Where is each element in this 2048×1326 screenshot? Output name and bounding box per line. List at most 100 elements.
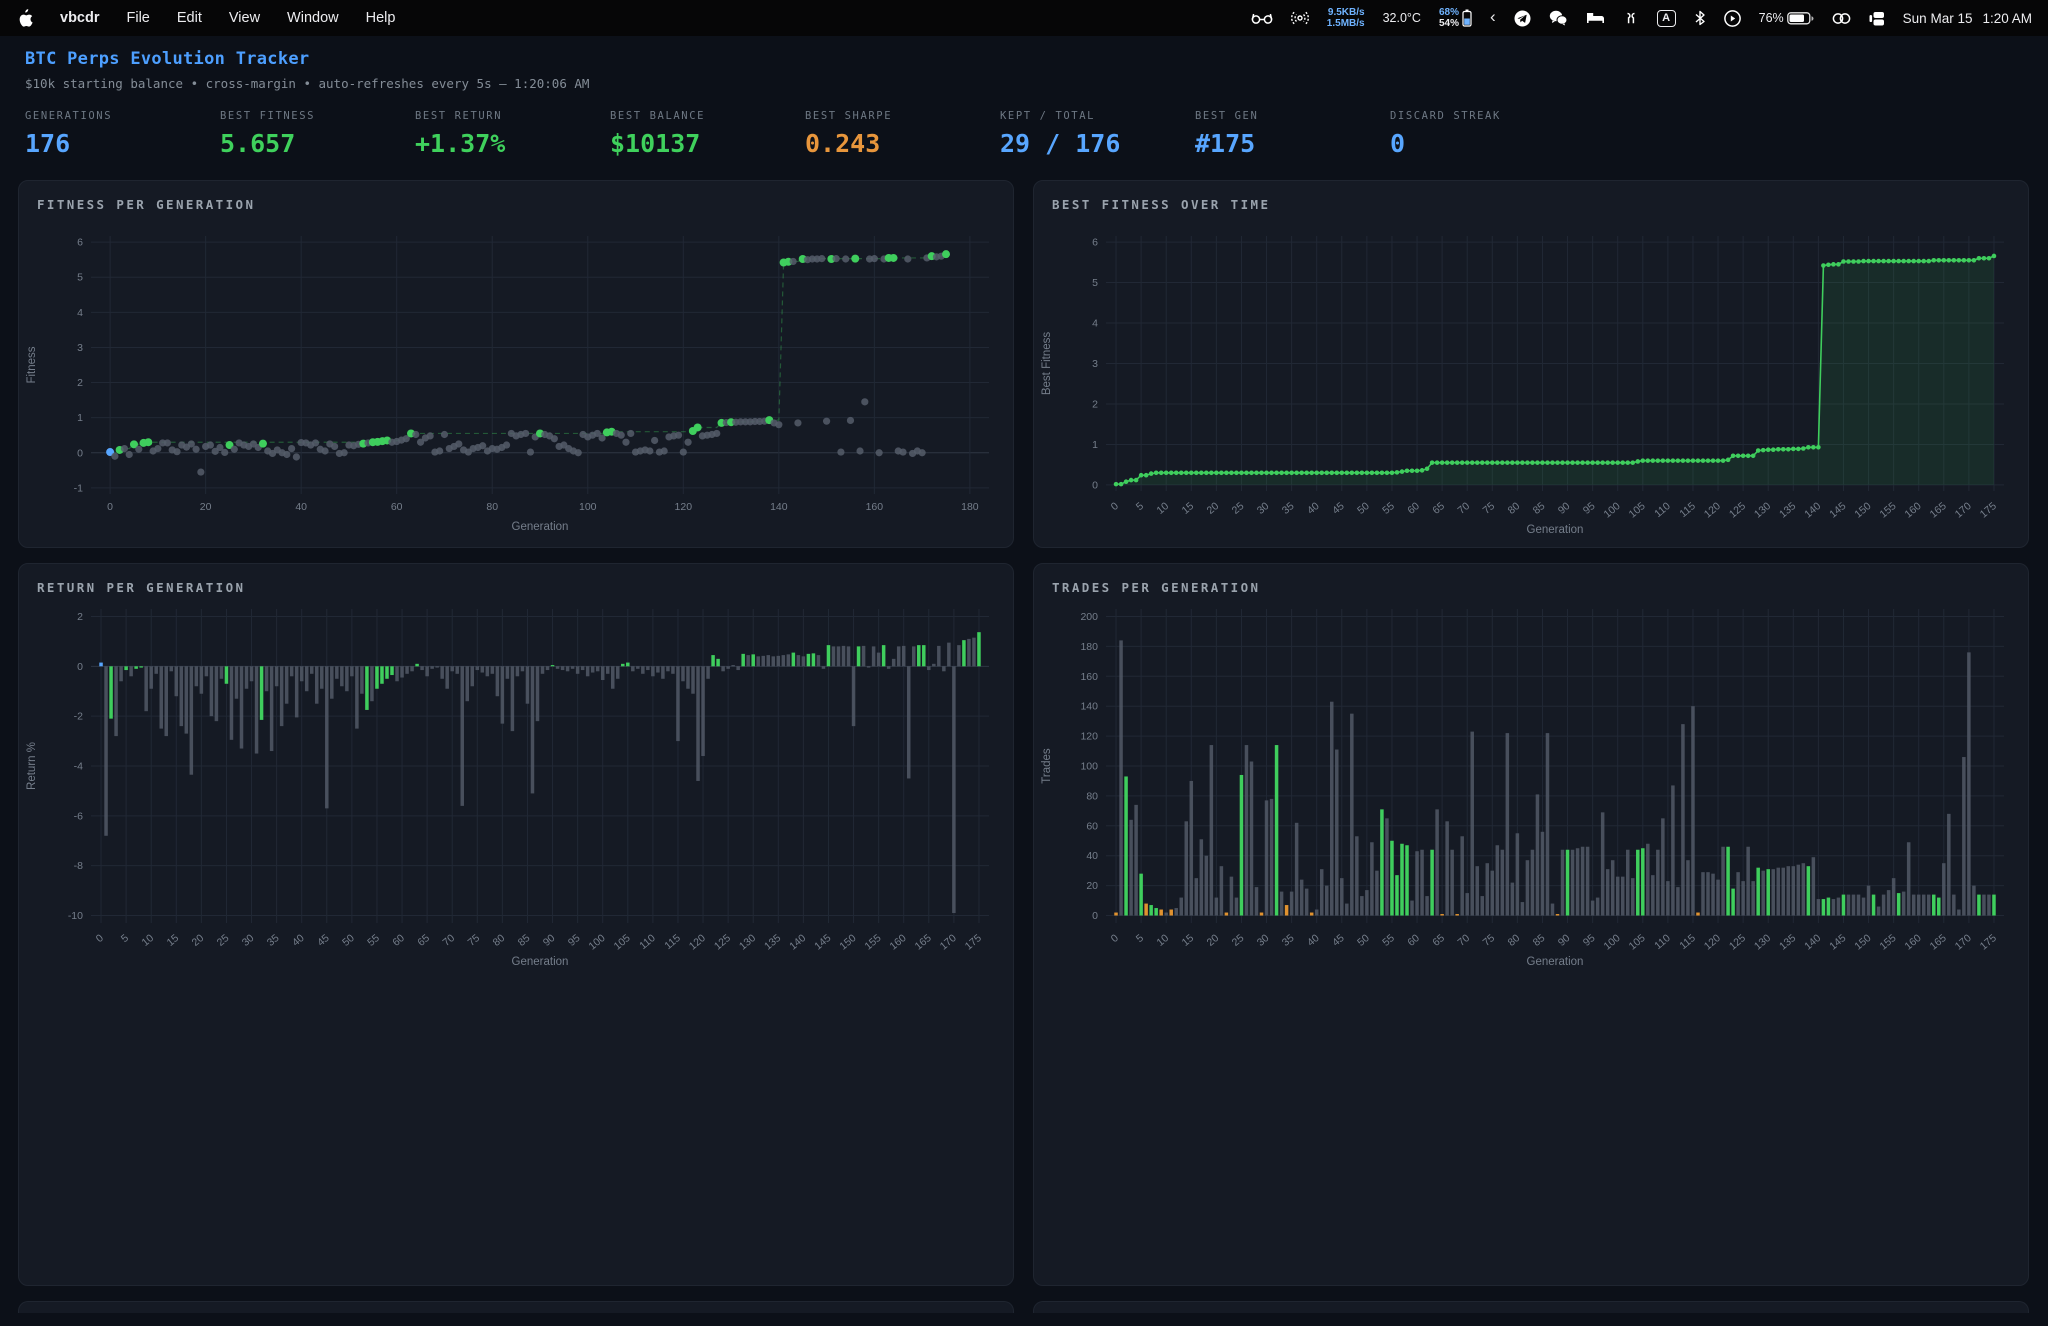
airpods-icon[interactable] [1623, 11, 1639, 26]
menu-status-area: 9.5KB/s 1.5MB/s 32.0°C 68% 54% ‹ A [1251, 7, 2032, 29]
svg-text:75: 75 [1481, 932, 1498, 949]
next-panel-row-peek [18, 1301, 2030, 1313]
trades-per-generation-chart: 0204060801001201401601802000510152025303… [1034, 597, 2028, 987]
svg-text:140: 140 [787, 932, 808, 953]
menu-date: Sun Mar 15 [1903, 11, 1973, 26]
stat-label: BEST FITNESS [220, 110, 415, 122]
svg-text:0: 0 [1109, 500, 1121, 513]
svg-text:170: 170 [1953, 932, 1974, 953]
svg-text:55: 55 [1380, 500, 1397, 517]
page-subtitle: $10k starting balance • cross-margin • a… [25, 76, 2048, 91]
network-speed-indicator[interactable]: 9.5KB/s 1.5MB/s [1327, 7, 1365, 29]
svg-text:-8: -8 [74, 860, 83, 872]
svg-text:80: 80 [486, 501, 498, 513]
menu-window[interactable]: Window [287, 10, 339, 26]
svg-text:5: 5 [119, 932, 131, 945]
network-up-speed: 9.5KB/s [1328, 7, 1365, 18]
svg-text:100: 100 [1601, 932, 1622, 953]
svg-text:50: 50 [340, 932, 357, 949]
svg-text:40: 40 [295, 501, 307, 513]
glasses-icon[interactable] [1251, 11, 1273, 25]
stat-value: 29 / 176 [1000, 129, 1195, 158]
stat-label: BEST RETURN [415, 110, 610, 122]
play-circle-icon[interactable] [1724, 10, 1741, 27]
svg-text:140: 140 [1802, 500, 1823, 521]
svg-text:35: 35 [265, 932, 282, 949]
menu-view[interactable]: View [229, 10, 260, 26]
svg-text:95: 95 [566, 932, 583, 949]
stat-label: GENERATIONS [25, 110, 220, 122]
svg-text:35: 35 [1280, 500, 1297, 517]
svg-text:160: 160 [1903, 500, 1924, 521]
svg-text:120: 120 [1702, 932, 1723, 953]
svg-text:50: 50 [1355, 932, 1372, 949]
svg-text:55: 55 [365, 932, 382, 949]
page-title: BTC Perps Evolution Tracker [25, 49, 2048, 69]
svg-text:145: 145 [1827, 500, 1848, 521]
svg-text:100: 100 [1080, 761, 1098, 773]
network-down-speed: 1.5MB/s [1327, 18, 1365, 29]
wechat-icon[interactable] [1549, 10, 1568, 26]
battery-indicator[interactable]: 76% [1759, 11, 1814, 25]
svg-text:5: 5 [77, 272, 83, 284]
svg-text:30: 30 [1255, 932, 1272, 949]
bed-icon[interactable] [1586, 11, 1605, 25]
svg-text:-6: -6 [74, 810, 83, 822]
menu-edit[interactable]: Edit [177, 10, 202, 26]
stat-best-return: BEST RETURN+1.37% [415, 110, 610, 158]
menu-help[interactable]: Help [366, 10, 396, 26]
svg-text:175: 175 [963, 932, 984, 953]
stat-value: #175 [1195, 129, 1390, 158]
chevron-left-icon[interactable]: ‹ [1490, 7, 1496, 27]
menu-app-name[interactable]: vbcdr [60, 10, 100, 26]
telegram-icon[interactable] [1514, 10, 1531, 27]
dual-battery-indicator[interactable]: 68% 54% [1439, 7, 1472, 29]
svg-text:50: 50 [1355, 500, 1372, 517]
svg-text:2: 2 [1092, 398, 1098, 410]
svg-text:65: 65 [1430, 932, 1447, 949]
svg-text:75: 75 [466, 932, 483, 949]
bluetooth-icon[interactable] [1694, 10, 1706, 26]
menu-file[interactable]: File [127, 10, 150, 26]
panel-title: FITNESS PER GENERATION [19, 181, 1013, 212]
fitness-per-generation-chart: -10123456020406080100120140160180Generat… [19, 214, 1013, 536]
menu-bar: vbcdr File Edit View Window Help 9.5KB/s… [0, 0, 2048, 36]
apple-menu[interactable] [18, 9, 33, 27]
battery-bottom-percent: 54% [1439, 18, 1459, 29]
stat-label: BEST GEN [1195, 110, 1390, 122]
svg-text:45: 45 [315, 932, 332, 949]
return-per-generation-chart: -10-8-6-4-202051015202530354045505560657… [19, 597, 1013, 987]
svg-text:100: 100 [1601, 500, 1622, 521]
svg-text:Trades: Trades [1041, 748, 1053, 784]
svg-text:100: 100 [579, 501, 597, 513]
input-source-indicator[interactable]: A [1657, 10, 1676, 27]
svg-text:Best Fitness: Best Fitness [1041, 332, 1053, 396]
svg-text:165: 165 [1928, 932, 1949, 953]
svg-text:90: 90 [1556, 932, 1573, 949]
svg-text:110: 110 [1652, 932, 1673, 952]
temperature-indicator[interactable]: 32.0°C [1383, 11, 1421, 25]
svg-text:-4: -4 [74, 761, 83, 773]
airdrop-icon[interactable] [1291, 10, 1309, 26]
svg-text:15: 15 [165, 932, 182, 949]
svg-text:150: 150 [1852, 932, 1873, 953]
svg-text:20: 20 [200, 501, 212, 513]
svg-text:40: 40 [1305, 500, 1322, 517]
menu-time: 1:20 AM [1982, 11, 2032, 26]
stage-manager-icon[interactable] [1869, 11, 1885, 26]
svg-text:115: 115 [1677, 932, 1698, 952]
return-per-generation-panel: RETURN PER GENERATION -10-8-6-4-20205101… [18, 563, 1014, 1286]
page-header: BTC Perps Evolution Tracker $10k startin… [0, 36, 2048, 91]
svg-text:150: 150 [1852, 500, 1873, 521]
svg-text:30: 30 [1255, 500, 1272, 517]
svg-text:170: 170 [1953, 500, 1974, 521]
menu-clock[interactable]: Sun Mar 15 1:20 AM [1903, 11, 2032, 26]
svg-text:60: 60 [391, 501, 403, 513]
svg-text:160: 160 [1903, 932, 1924, 953]
svg-text:Fitness: Fitness [26, 346, 38, 383]
svg-text:5: 5 [1092, 277, 1098, 289]
svg-text:200: 200 [1080, 611, 1098, 623]
svg-text:95: 95 [1581, 500, 1598, 517]
stat-value: 176 [25, 129, 220, 158]
link-icon[interactable] [1832, 12, 1851, 25]
